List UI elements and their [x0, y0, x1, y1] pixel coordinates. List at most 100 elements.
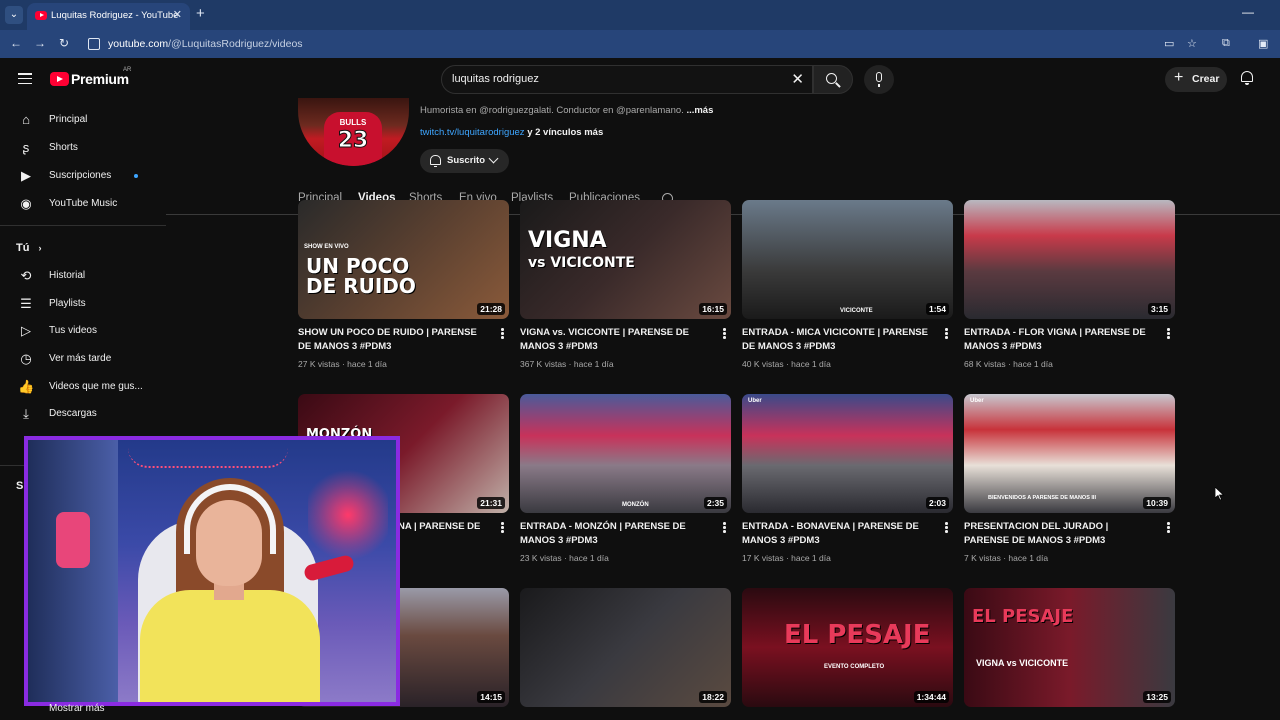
- webcam-curtain: [28, 440, 118, 702]
- chevron-right-icon: ›: [38, 243, 42, 253]
- thumbnail-title: BIENVENIDOS A PARENSE DE MANOS III: [988, 495, 1096, 501]
- channel-avatar[interactable]: BULLS 23: [298, 98, 409, 166]
- sidebar-item-playlists[interactable]: ☰ Playlists: [10, 290, 158, 318]
- video-duration: 2:35: [703, 497, 727, 509]
- channel-description[interactable]: Humorista en @rodriguezgalati. Conductor…: [420, 105, 713, 116]
- search-input[interactable]: luquitas rodriguez ✕: [441, 65, 813, 94]
- video-thumbnail[interactable]: MONZÓN 2:35: [520, 394, 731, 513]
- downloads-icon: ⤓: [23, 406, 29, 421]
- notifications-bell-icon[interactable]: [1240, 70, 1254, 85]
- logo-text: Premium: [71, 71, 129, 87]
- url-text: youtube.com/@LuquitasRodriguez/videos: [108, 38, 303, 50]
- sidebar-item-label: Suscripciones: [49, 170, 112, 181]
- search-button[interactable]: [813, 65, 853, 94]
- new-tab-icon[interactable]: +: [196, 5, 205, 22]
- url-field[interactable]: youtube.com/@LuquitasRodriguez/videos: [82, 33, 1212, 55]
- video-thumbnail[interactable]: EL PESAJE EVENTO COMPLETO 1:34:44: [742, 588, 953, 707]
- webcam-streamer-shirt: [140, 590, 320, 702]
- video-title[interactable]: ENTRADA - MONZÓN | PARENSE DE MANOS 3 #P…: [520, 520, 708, 548]
- jersey-number: 23: [337, 128, 369, 154]
- twitch-link[interactable]: twitch.tv/luquitarodriguez: [420, 127, 525, 138]
- sidebar-item-descargas[interactable]: ⤓ Descargas: [10, 400, 158, 428]
- view-count: 367 K vistas: [520, 359, 567, 369]
- sidebar-item-label: Principal: [49, 114, 88, 125]
- voice-search-button[interactable]: [864, 65, 894, 94]
- sidebar-item-liked-videos[interactable]: 👍 Videos que me gus...: [10, 373, 158, 401]
- more-actions-icon[interactable]: [723, 328, 727, 340]
- close-tab-icon[interactable]: ✕: [173, 8, 182, 21]
- chevron-down-icon: [488, 153, 499, 164]
- sidebar-item-shorts[interactable]: ʂ Shorts: [10, 134, 158, 162]
- thumbnail-title: EL PESAJE: [784, 620, 931, 650]
- sidebar-item-youtube-music[interactable]: ◉ YouTube Music: [10, 190, 158, 218]
- video-title[interactable]: ENTRADA - BONAVENA | PARENSE DE MANOS 3 …: [742, 520, 930, 548]
- video-duration: 13:25: [1143, 691, 1171, 703]
- sidebar-item-ver-mas-tarde[interactable]: ◷ Ver más tarde: [10, 345, 158, 373]
- video-thumbnail[interactable]: 18:22: [520, 588, 731, 707]
- video-meta: 27 K vistas · hace 1 día: [298, 359, 387, 369]
- upload-age: hace 1 día: [1008, 553, 1049, 563]
- video-thumbnail[interactable]: EL PESAJE VIGNA vs VICICONTE 13:25: [964, 588, 1175, 707]
- video-thumbnail[interactable]: 3:15: [964, 200, 1175, 319]
- video-meta: 17 K vistas · hace 1 día: [742, 553, 831, 563]
- browser-tab-bar: ⌄ Luquitas Rodriguez - YouTube ✕ + —: [0, 0, 1280, 30]
- sidebar-item-historial[interactable]: ⟲ Historial: [10, 262, 158, 290]
- more-actions-icon[interactable]: [1167, 328, 1171, 340]
- clear-search-icon[interactable]: ✕: [791, 70, 804, 88]
- bell-icon: [430, 155, 441, 167]
- url-path: /@LuquitasRodriguez/videos: [168, 38, 303, 50]
- sidebar-show-more[interactable]: Mostrar más: [49, 703, 105, 714]
- more-actions-icon[interactable]: [501, 522, 505, 534]
- reload-icon[interactable]: ↻: [59, 36, 69, 50]
- sidebar-item-principal[interactable]: ⌂ Principal: [10, 106, 158, 134]
- thumbnail-title: VIGNA: [528, 228, 607, 253]
- browser-tab[interactable]: Luquitas Rodriguez - YouTube ✕: [27, 3, 190, 30]
- sidebar-you-heading[interactable]: Tú ›: [16, 242, 42, 254]
- sidebar-subscriptions-heading: S: [16, 480, 24, 492]
- create-button[interactable]: + Crear: [1165, 67, 1227, 92]
- sidebar-item-label: Shorts: [49, 142, 78, 153]
- more-actions-icon[interactable]: [945, 328, 949, 340]
- more-actions-icon[interactable]: [723, 522, 727, 534]
- back-arrow-icon[interactable]: ←: [10, 36, 22, 50]
- video-thumbnail[interactable]: VIGNA vs VICICONTE 16:15: [520, 200, 731, 319]
- video-title[interactable]: SHOW UN POCO DE RUIDO | PARENSE DE MANOS…: [298, 326, 486, 354]
- video-title[interactable]: PRESENTACION DEL JURADO | PARENSE DE MAN…: [964, 520, 1152, 548]
- video-meta: 40 K vistas · hace 1 día: [742, 359, 831, 369]
- thumbnail-caption: EVENTO COMPLETO: [824, 664, 885, 670]
- profile-icon[interactable]: ▣: [1258, 37, 1268, 50]
- sidebar-item-label: Historial: [49, 270, 86, 281]
- view-count: 23 K vistas: [520, 553, 562, 563]
- video-thumbnail[interactable]: SHOW EN VIVO UN POCO DE RUIDO 21:28: [298, 200, 509, 319]
- video-meta: 23 K vistas · hace 1 día: [520, 553, 609, 563]
- sidebar-item-tus-videos[interactable]: ▷ Tus videos: [10, 317, 158, 345]
- sidebar-item-suscripciones[interactable]: ▶ Suscripciones: [10, 162, 158, 190]
- minimize-window-icon[interactable]: —: [1242, 5, 1254, 19]
- cast-icon[interactable]: ▭: [1164, 37, 1174, 50]
- video-title[interactable]: ENTRADA - MICA VICICONTE | PARENSE DE MA…: [742, 326, 930, 354]
- video-thumbnail[interactable]: Uber 2:03: [742, 394, 953, 513]
- video-title[interactable]: ENTRADA - FLOR VIGNA | PARENSE DE MANOS …: [964, 326, 1152, 354]
- site-info-icon[interactable]: [88, 38, 100, 50]
- search-icon: [826, 73, 837, 84]
- bookmark-star-icon[interactable]: ☆: [1187, 37, 1197, 50]
- video-title[interactable]: VIGNA vs. VICICONTE | PARENSE DE MANOS 3…: [520, 326, 708, 354]
- thumbnail-caption: VIGNA vs VICICONTE: [976, 658, 1069, 668]
- tab-search-chevron-icon[interactable]: ⌄: [5, 6, 23, 24]
- jersey-graphic: BULLS 23: [324, 112, 382, 166]
- more-links[interactable]: y 2 vínculos más: [527, 127, 603, 138]
- menu-icon[interactable]: [18, 73, 32, 85]
- thumbnail-caption: Uber: [970, 398, 984, 404]
- thumbnail-title: UN POCO DE RUIDO: [306, 254, 416, 298]
- extensions-icon[interactable]: ⧉: [1222, 37, 1230, 50]
- video-thumbnail[interactable]: VICICONTE 1:54: [742, 200, 953, 319]
- video-thumbnail[interactable]: Uber BIENVENIDOS A PARENSE DE MANOS III …: [964, 394, 1175, 513]
- more-actions-icon[interactable]: [1167, 522, 1171, 534]
- bio-more-link[interactable]: ...más: [686, 105, 713, 116]
- more-actions-icon[interactable]: [501, 328, 505, 340]
- video-duration: 3:15: [1147, 303, 1171, 315]
- subscribed-button[interactable]: Suscrito: [420, 149, 509, 173]
- more-actions-icon[interactable]: [945, 522, 949, 534]
- forward-arrow-icon[interactable]: →: [34, 36, 46, 50]
- sidebar-item-label: Videos que me gus...: [49, 381, 143, 392]
